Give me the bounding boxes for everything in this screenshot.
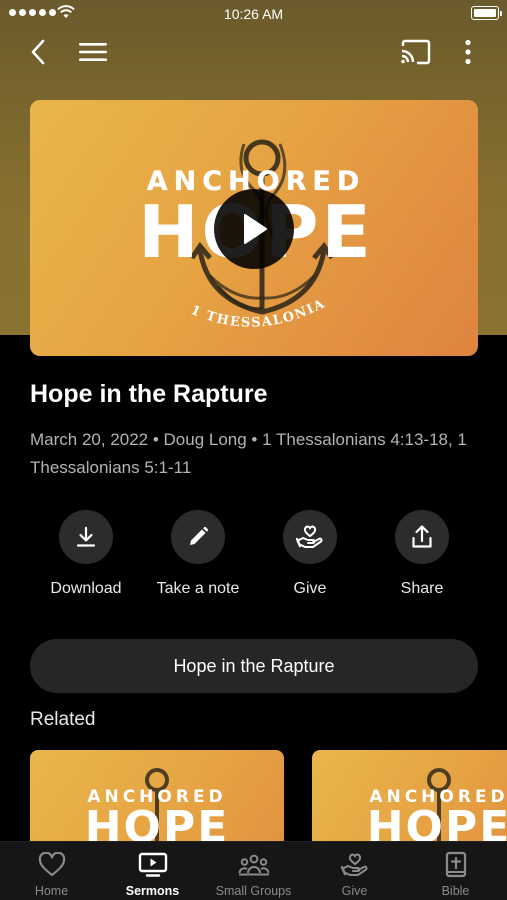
download-icon	[76, 526, 96, 547]
hamburger-icon	[79, 43, 107, 61]
tab-sermons[interactable]: Sermons	[102, 842, 203, 900]
tab-home[interactable]: Home	[1, 842, 102, 900]
pencil-icon	[190, 526, 209, 545]
give-heart-hand-icon	[340, 853, 368, 876]
cast-button[interactable]	[396, 35, 434, 69]
download-action[interactable]: Download	[26, 510, 146, 598]
give-action[interactable]: Give	[250, 510, 370, 598]
tab-sermons-label: Sermons	[125, 884, 180, 898]
group-icon	[238, 854, 269, 876]
chevron-left-icon	[31, 39, 45, 65]
share-action[interactable]: Share	[362, 510, 482, 598]
give-button[interactable]	[283, 510, 337, 564]
tab-bar: Home Sermons Small Groups Give Bible	[0, 841, 507, 900]
tab-small-groups-label: Small Groups	[215, 884, 292, 898]
play-icon	[244, 214, 267, 244]
tab-give-label: Give	[341, 884, 368, 898]
tab-bible-label: Bible	[441, 884, 470, 898]
tv-play-icon	[138, 852, 167, 877]
status-bar: 10:26 AM	[0, 0, 507, 28]
share-icon	[412, 525, 432, 548]
vertical-dots-icon	[465, 39, 471, 65]
menu-button[interactable]	[76, 36, 110, 68]
cast-icon	[401, 39, 431, 65]
take-note-action[interactable]: Take a note	[138, 510, 258, 598]
sermon-title: Hope in the Rapture	[30, 380, 268, 408]
download-label: Download	[50, 580, 122, 597]
more-options-button[interactable]	[455, 36, 481, 68]
share-button[interactable]	[395, 510, 449, 564]
battery-icon	[471, 6, 502, 20]
tab-small-groups[interactable]: Small Groups	[203, 842, 304, 900]
play-button[interactable]	[214, 189, 294, 269]
tab-give[interactable]: Give	[304, 842, 405, 900]
give-label: Give	[293, 580, 327, 597]
tab-home-label: Home	[34, 884, 69, 898]
take-note-button[interactable]	[171, 510, 225, 564]
take-note-label: Take a note	[156, 580, 240, 597]
download-button[interactable]	[59, 510, 113, 564]
heart-icon	[38, 852, 65, 877]
back-button[interactable]	[22, 36, 54, 68]
share-label: Share	[400, 580, 444, 597]
sermon-series-button[interactable]: Hope in the Rapture	[30, 639, 478, 693]
bible-icon	[445, 851, 466, 878]
give-heart-hand-icon	[296, 525, 323, 548]
status-time: 10:26 AM	[223, 6, 284, 22]
related-heading: Related	[30, 709, 96, 730]
tab-bible[interactable]: Bible	[405, 842, 506, 900]
sermon-meta: March 20, 2022 • Doug Long • 1 Thessalon…	[30, 430, 467, 477]
